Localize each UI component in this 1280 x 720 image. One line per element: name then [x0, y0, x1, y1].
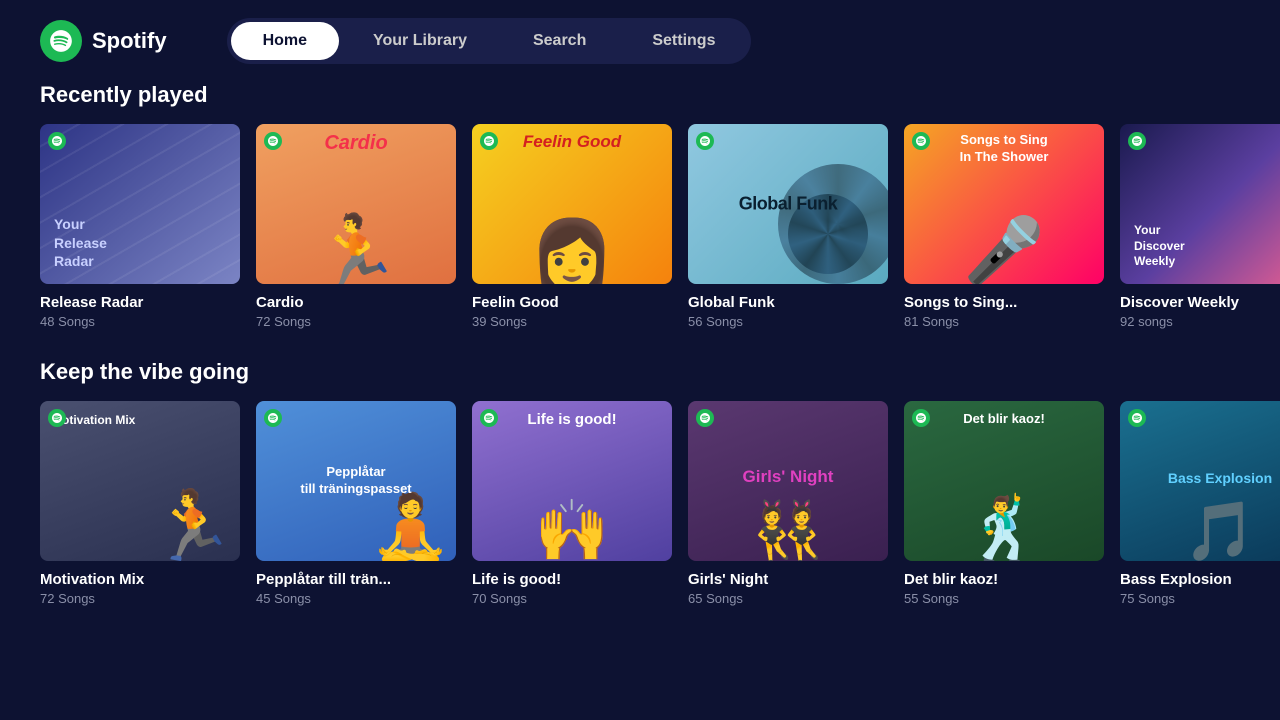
tab-library[interactable]: Your Library — [341, 22, 499, 60]
playlist-count-life-good: 70 Songs — [472, 591, 672, 606]
playlist-card-release-radar[interactable]: YourReleaseRadar Release Radar 48 Songs — [40, 124, 240, 329]
bass-explosion-label: Bass Explosion — [1168, 470, 1272, 486]
pepplatar-label: Pepplåtartill träningspasset — [266, 464, 446, 498]
playlist-card-pepplatar[interactable]: Pepplåtartill träningspasset 🧘 Pepplåtar… — [256, 401, 456, 606]
songs-shower-label: Songs to SingIn The Shower — [904, 132, 1104, 166]
spotify-badge-icon — [912, 409, 930, 427]
thumb-cardio: Cardio 🏃 — [256, 124, 456, 284]
playlist-count-pepplatar: 45 Songs — [256, 591, 456, 606]
keep-vibe-row: Motivation Mix 🏃 Motivation Mix 72 Songs… — [0, 401, 1280, 606]
playlist-name-global-funk: Global Funk — [688, 294, 888, 311]
playlist-name-motivation-mix: Motivation Mix — [40, 571, 240, 588]
feelin-good-label: Feelin Good — [523, 132, 621, 152]
thumb-pepplatar: Pepplåtartill träningspasset 🧘 — [256, 401, 456, 561]
playlist-card-life-good[interactable]: Life is good! 🙌 Life is good! 70 Songs — [472, 401, 672, 606]
spotify-badge-icon — [480, 409, 498, 427]
spotify-badge-icon — [264, 409, 282, 427]
recently-played-section: Recently played YourReleaseRadar Release… — [0, 82, 1280, 329]
tab-search[interactable]: Search — [501, 22, 618, 60]
spotify-badge-icon — [1128, 409, 1146, 427]
thumb-life-good: Life is good! 🙌 — [472, 401, 672, 561]
cardio-label: Cardio — [324, 132, 387, 155]
singer-emoji: 🎤 — [964, 213, 1045, 284]
recently-played-title: Recently played — [0, 82, 1280, 108]
thumb-motivation-mix: Motivation Mix 🏃 — [40, 401, 240, 561]
playlist-name-songs-shower: Songs to Sing... — [904, 294, 1104, 311]
playlist-count-det-kaoz: 55 Songs — [904, 591, 1104, 606]
playlist-name-feelin-good: Feelin Good — [472, 294, 672, 311]
playlist-name-bass-explosion: Bass Explosion — [1120, 571, 1280, 588]
playlist-count-motivation-mix: 72 Songs — [40, 591, 240, 606]
runner-emoji: 🏃 — [311, 217, 401, 284]
runner2-emoji: 🏃 — [150, 486, 235, 561]
thumb-songs-shower: Songs to SingIn The Shower 🎤 — [904, 124, 1104, 284]
playlist-card-songs-shower[interactable]: Songs to SingIn The Shower 🎤 Songs to Si… — [904, 124, 1104, 329]
playlist-name-discover-weekly: Discover Weekly — [1120, 294, 1280, 311]
thumb-discover-weekly: YourDiscoverWeekly — [1120, 124, 1280, 284]
woman-emoji: 👩 — [530, 221, 615, 284]
spotify-badge-icon — [264, 132, 282, 150]
playlist-name-life-good: Life is good! — [472, 571, 672, 588]
thumb-bass-explosion: Bass Explosion 🎵 — [1120, 401, 1280, 561]
discover-weekly-label: YourDiscoverWeekly — [1134, 223, 1185, 270]
playlist-count-girls-night: 65 Songs — [688, 591, 888, 606]
tab-home[interactable]: Home — [231, 22, 339, 60]
playlist-count-global-funk: 56 Songs — [688, 314, 888, 329]
spotify-badge-icon — [696, 132, 714, 150]
logo-text: Spotify — [92, 28, 167, 54]
nav-tabs: Home Your Library Search Settings — [227, 18, 752, 64]
playlist-name-girls-night: Girls' Night — [688, 571, 888, 588]
header: Spotify Home Your Library Search Setting… — [0, 0, 1280, 82]
playlist-name-det-kaoz: Det blir kaoz! — [904, 571, 1104, 588]
spotify-badge-icon — [696, 409, 714, 427]
playlist-card-discover-weekly[interactable]: YourDiscoverWeekly Discover Weekly 92 so… — [1120, 124, 1280, 329]
spotify-badge-icon — [480, 132, 498, 150]
tab-settings[interactable]: Settings — [620, 22, 747, 60]
playlist-card-girls-night[interactable]: Girls' Night 👯 Girls' Night 65 Songs — [688, 401, 888, 606]
dancer-emoji: 🕺 — [965, 493, 1042, 561]
spotify-badge-icon — [48, 409, 66, 427]
playlist-card-cardio[interactable]: Cardio 🏃 Cardio 72 Songs — [256, 124, 456, 329]
spotify-badge-icon — [48, 132, 66, 150]
girls-night-label: Girls' Night — [743, 467, 834, 487]
playlist-count-bass-explosion: 75 Songs — [1120, 591, 1280, 606]
det-kaoz-label: Det blir kaoz! — [963, 411, 1045, 426]
spotify-badge-icon — [1128, 132, 1146, 150]
playlist-card-motivation-mix[interactable]: Motivation Mix 🏃 Motivation Mix 72 Songs — [40, 401, 240, 606]
thumb-global-funk: Global Funk — [688, 124, 888, 284]
celebrate-emoji: 🙌 — [535, 495, 610, 561]
keep-vibe-section: Keep the vibe going Motivation Mix 🏃 Mot… — [0, 359, 1280, 606]
playlist-name-cardio: Cardio — [256, 294, 456, 311]
playlist-card-bass-explosion[interactable]: Bass Explosion 🎵 Bass Explosion 75 Songs — [1120, 401, 1280, 606]
thumb-det-kaoz: Det blir kaoz! 🕺 — [904, 401, 1104, 561]
playlist-card-feelin-good[interactable]: Feelin Good 👩 Feelin Good 39 Songs — [472, 124, 672, 329]
global-funk-label: Global Funk — [739, 194, 838, 215]
thumb-feelin-good: Feelin Good 👩 — [472, 124, 672, 284]
thumb-release-radar: YourReleaseRadar — [40, 124, 240, 284]
logo-area: Spotify — [40, 20, 167, 62]
keep-vibe-title: Keep the vibe going — [0, 359, 1280, 385]
spotify-badge-icon — [912, 132, 930, 150]
playlist-count-cardio: 72 Songs — [256, 314, 456, 329]
thumb-girls-night: Girls' Night 👯 — [688, 401, 888, 561]
thumb-label-release-radar: YourReleaseRadar — [54, 215, 107, 270]
girls-emoji: 👯 — [752, 498, 824, 561]
yoga-emoji: 🧘 — [370, 490, 451, 561]
playlist-count-release-radar: 48 Songs — [40, 314, 240, 329]
spotify-logo-icon — [40, 20, 82, 62]
playlist-count-songs-shower: 81 Songs — [904, 314, 1104, 329]
playlist-count-discover-weekly: 92 songs — [1120, 314, 1280, 329]
life-good-label: Life is good! — [527, 411, 616, 428]
playlist-card-det-kaoz[interactable]: Det blir kaoz! 🕺 Det blir kaoz! 55 Songs — [904, 401, 1104, 606]
recently-played-row: YourReleaseRadar Release Radar 48 Songs … — [0, 124, 1280, 329]
playlist-card-global-funk[interactable]: Global Funk Global Funk 56 Songs — [688, 124, 888, 329]
crowd-emoji: 🎵 — [1184, 498, 1256, 561]
playlist-name-release-radar: Release Radar — [40, 294, 240, 311]
playlist-count-feelin-good: 39 Songs — [472, 314, 672, 329]
playlist-name-pepplatar: Pepplåtar till trän... — [256, 571, 456, 588]
